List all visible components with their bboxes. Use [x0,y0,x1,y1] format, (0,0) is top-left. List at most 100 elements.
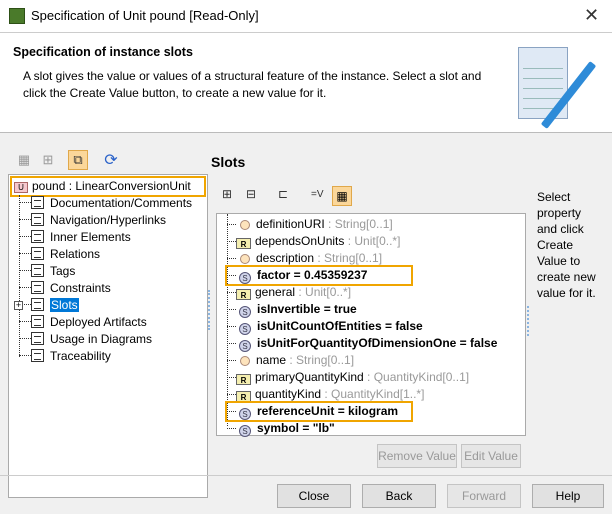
slot-icon: S [239,340,251,352]
slot-name: isUnitCountOfEntities = false [257,319,423,333]
slot-icon: S [239,272,251,284]
slot-row[interactable]: description : String[0..1] [227,250,382,267]
window-title: Specification of Unit pound [Read-Only] [31,8,259,23]
show-values-button[interactable]: =V [311,189,324,200]
tree-item-label: Inner Elements [50,230,131,244]
tree-item-label: Navigation/Hyperlinks [50,213,167,227]
slots-tree: definitionURI : String[0..1] RdependsOnUn… [216,213,526,437]
slot-row[interactable]: SisUnitForQuantityOfDimensionOne = false [227,335,497,352]
help-button[interactable]: Help [532,484,604,508]
tree-item-label: Documentation/Comments [50,196,193,210]
tree-item[interactable]: Documentation/Comments [19,195,192,212]
slot-name: factor = 0.45359237 [257,268,368,282]
slot-row[interactable]: RquantityKind : QuantityKind[1..*] [227,386,424,403]
tree-item[interactable]: Slots + [14,297,79,314]
tree-item-label: Deployed Artifacts [50,315,147,329]
slot-row[interactable]: definitionURI : String[0..1] [227,216,393,233]
slot-name: name [256,353,287,367]
slot-name: general [255,285,296,299]
unit-icon: U [14,182,28,193]
slot-icon: S [239,408,251,420]
slot-row[interactable]: RdependsOnUnits : Unit[0..*] [227,233,400,250]
reference-icon: R [236,289,251,300]
slot-type: : QuantityKind[0..1] [363,370,470,384]
tree-item-label: Traceability [50,349,111,363]
tree-item[interactable]: Navigation/Hyperlinks [19,212,166,229]
page-icon [31,213,44,226]
slot-icon: S [239,306,251,318]
expand-all-icon[interactable]: ⊞ [222,187,232,201]
slot-row[interactable]: SisInvertible = true [227,301,357,318]
slot-row[interactable]: SreferenceUnit = kilogram [225,401,413,422]
tree-root[interactable]: Upound : LinearConversionUnit [10,176,206,197]
tree-item-label: Constraints [50,281,111,295]
reference-icon: R [236,238,251,249]
tree-item[interactable]: Constraints [19,280,111,297]
slot-row[interactable]: SisUnitCountOfEntities = false [227,318,423,335]
spec-tree: Upound : LinearConversionUnit Documentat… [8,174,208,498]
expand-icon[interactable]: + [14,301,23,310]
title-bar: Specification of Unit pound [Read-Only] … [0,0,612,33]
page-icon [31,349,44,362]
tree-item[interactable]: Traceability [19,348,111,365]
slot-name: isUnitForQuantityOfDimensionOne = false [257,336,498,350]
property-icon [240,356,250,366]
collapse-all-icon[interactable]: ⊟ [246,187,256,201]
page-icon [31,247,44,260]
splitter-handle[interactable] [527,306,529,336]
back-button[interactable]: Back [362,484,436,508]
group-icon[interactable]: ⊏ [278,187,288,201]
slot-row[interactable]: Sfactor = 0.45359237 [225,265,413,286]
header-description: A slot gives the value or values of a st… [23,69,482,100]
slot-type: : Unit[0..*] [295,285,352,299]
header-panel: Specification of instance slots A slot g… [0,33,612,133]
slot-name: isInvertible = true [257,302,357,316]
page-icon [31,264,44,277]
slot-row[interactable]: Rgeneral : Unit[0..*] [227,284,351,301]
slot-icon: S [239,425,251,437]
slot-icon: S [239,323,251,335]
slots-help-text: Select property and click Create Value t… [537,190,596,300]
show-all-icon[interactable]: ▦ [332,186,352,206]
refresh-icon[interactable]: ⟳ [101,150,121,170]
slot-type: : QuantityKind[1..*] [321,387,425,401]
slot-name: description [256,251,315,265]
reference-icon: R [236,391,251,402]
tree-item[interactable]: Tags [19,263,75,280]
slots-title: Slots [211,154,246,170]
page-icon [31,298,44,311]
remove-value-button[interactable]: Remove Value [377,444,457,468]
slot-row[interactable]: RprimaryQuantityKind : QuantityKind[0..1… [227,369,469,386]
tree-item[interactable]: Deployed Artifacts [19,314,147,331]
tree-item-label: Usage in Diagrams [50,332,153,346]
splitter-handle[interactable] [208,290,210,330]
close-icon[interactable]: ✕ [584,5,599,26]
tree-root-label: pound : LinearConversionUnit [32,179,191,193]
page-icon [31,230,44,243]
header-title: Specification of instance slots [13,45,193,59]
reference-icon: R [236,374,251,385]
grid-icon[interactable]: ▦ [14,150,34,170]
slot-row[interactable]: Ssymbol = "lb" [227,420,335,437]
tree-item-label: Tags [50,264,76,278]
divider [0,475,612,476]
slot-name: referenceUnit = kilogram [257,404,399,418]
tree-item[interactable]: Relations [19,246,100,263]
tree-item[interactable]: Inner Elements [19,229,131,246]
slot-type: : String[0..1] [324,217,393,231]
slot-name: quantityKind [255,387,322,401]
edit-value-button[interactable]: Edit Value [461,444,521,468]
tree-item[interactable]: Usage in Diagrams [19,331,152,348]
compact-view-icon[interactable]: ⧉ [68,150,88,170]
slot-type: : String[0..1] [314,251,383,265]
slot-name: symbol = "lb" [257,421,335,435]
forward-button[interactable]: Forward [447,484,521,508]
hierarchy-icon[interactable]: ⊞ [38,150,58,170]
page-icon [31,332,44,345]
app-icon [9,8,25,24]
close-button[interactable]: Close [277,484,351,508]
slot-row[interactable]: name : String[0..1] [227,352,354,369]
slot-name: dependsOnUnits [255,234,345,248]
property-icon [240,254,250,264]
page-icon [31,196,44,209]
